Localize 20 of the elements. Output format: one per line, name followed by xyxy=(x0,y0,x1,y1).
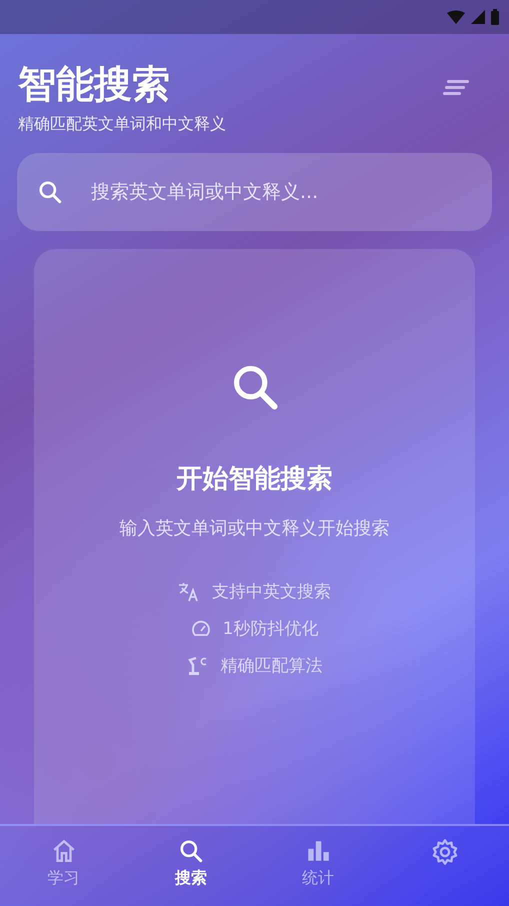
home-tab[interactable]: 学习 xyxy=(0,826,128,906)
feature-label: 支持中英文搜索 xyxy=(212,581,331,603)
feature-label: 精确匹配算法 xyxy=(220,655,322,677)
wifi-icon xyxy=(447,9,465,25)
sort-icon[interactable] xyxy=(443,80,469,96)
search-icon xyxy=(178,838,204,864)
stats-tab[interactable]: 统计 xyxy=(254,826,382,906)
page-title: 智能搜索 xyxy=(18,61,171,108)
page-subtitle: 精确匹配英文单词和中文释义 xyxy=(18,114,226,135)
empty-state-hint: 输入英文单词或中文释义开始搜索 xyxy=(120,517,390,540)
empty-state-title: 开始智能搜索 xyxy=(176,463,332,496)
settings-icon xyxy=(431,838,460,866)
gauge-icon xyxy=(190,618,211,638)
battery-icon xyxy=(491,9,499,25)
feature-label: 1秒防抖优化 xyxy=(222,618,318,640)
search-icon xyxy=(37,179,63,205)
signal-icon xyxy=(471,10,485,24)
home-icon xyxy=(50,838,77,864)
translate-icon xyxy=(178,582,200,602)
search-tab[interactable]: 搜索 xyxy=(127,826,254,906)
